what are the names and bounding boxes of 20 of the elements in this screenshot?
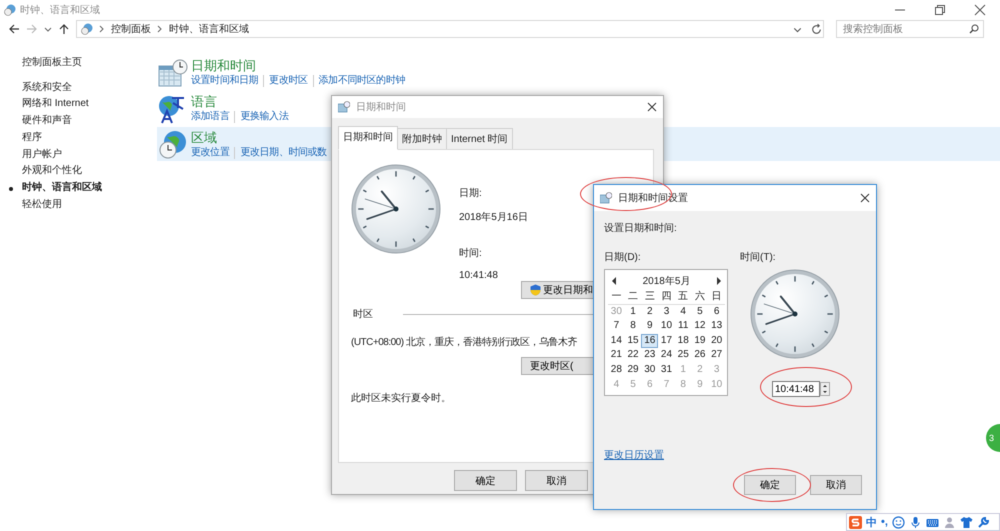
weekday-label: 四 (658, 291, 675, 305)
timezone-text: (UTC+08:00) 北京，重庆，香港特别行政区，乌鲁木齐 (351, 336, 577, 349)
date-value: 2018年5月16日 (459, 211, 528, 224)
weekday-label: 五 (674, 291, 692, 305)
weekday-label: 二 (624, 291, 642, 305)
date-label: 日期(D): (604, 252, 641, 263)
weekday-label: 三 (641, 291, 658, 305)
time-label: 时间: (459, 246, 483, 260)
time-value: 10:41:48 (459, 270, 499, 281)
dst-note: 此时区未实行夏令时。 (351, 392, 452, 405)
weekday-label: 六 (692, 291, 708, 305)
weekday-label: 一 (608, 291, 625, 305)
timezone-heading: 时区 (353, 308, 373, 321)
weekday-label: 日 (708, 291, 725, 305)
dialog-title: 日期和时间 (356, 100, 406, 114)
time-label: 时间(T): (740, 250, 777, 264)
window-title: 时钟、语言和区域 (20, 4, 100, 16)
dialog-heading: 设置日期和时间: (604, 222, 678, 235)
date-label: 日期: (459, 186, 483, 200)
dialog-title: 日期和时间设置 (618, 192, 688, 205)
